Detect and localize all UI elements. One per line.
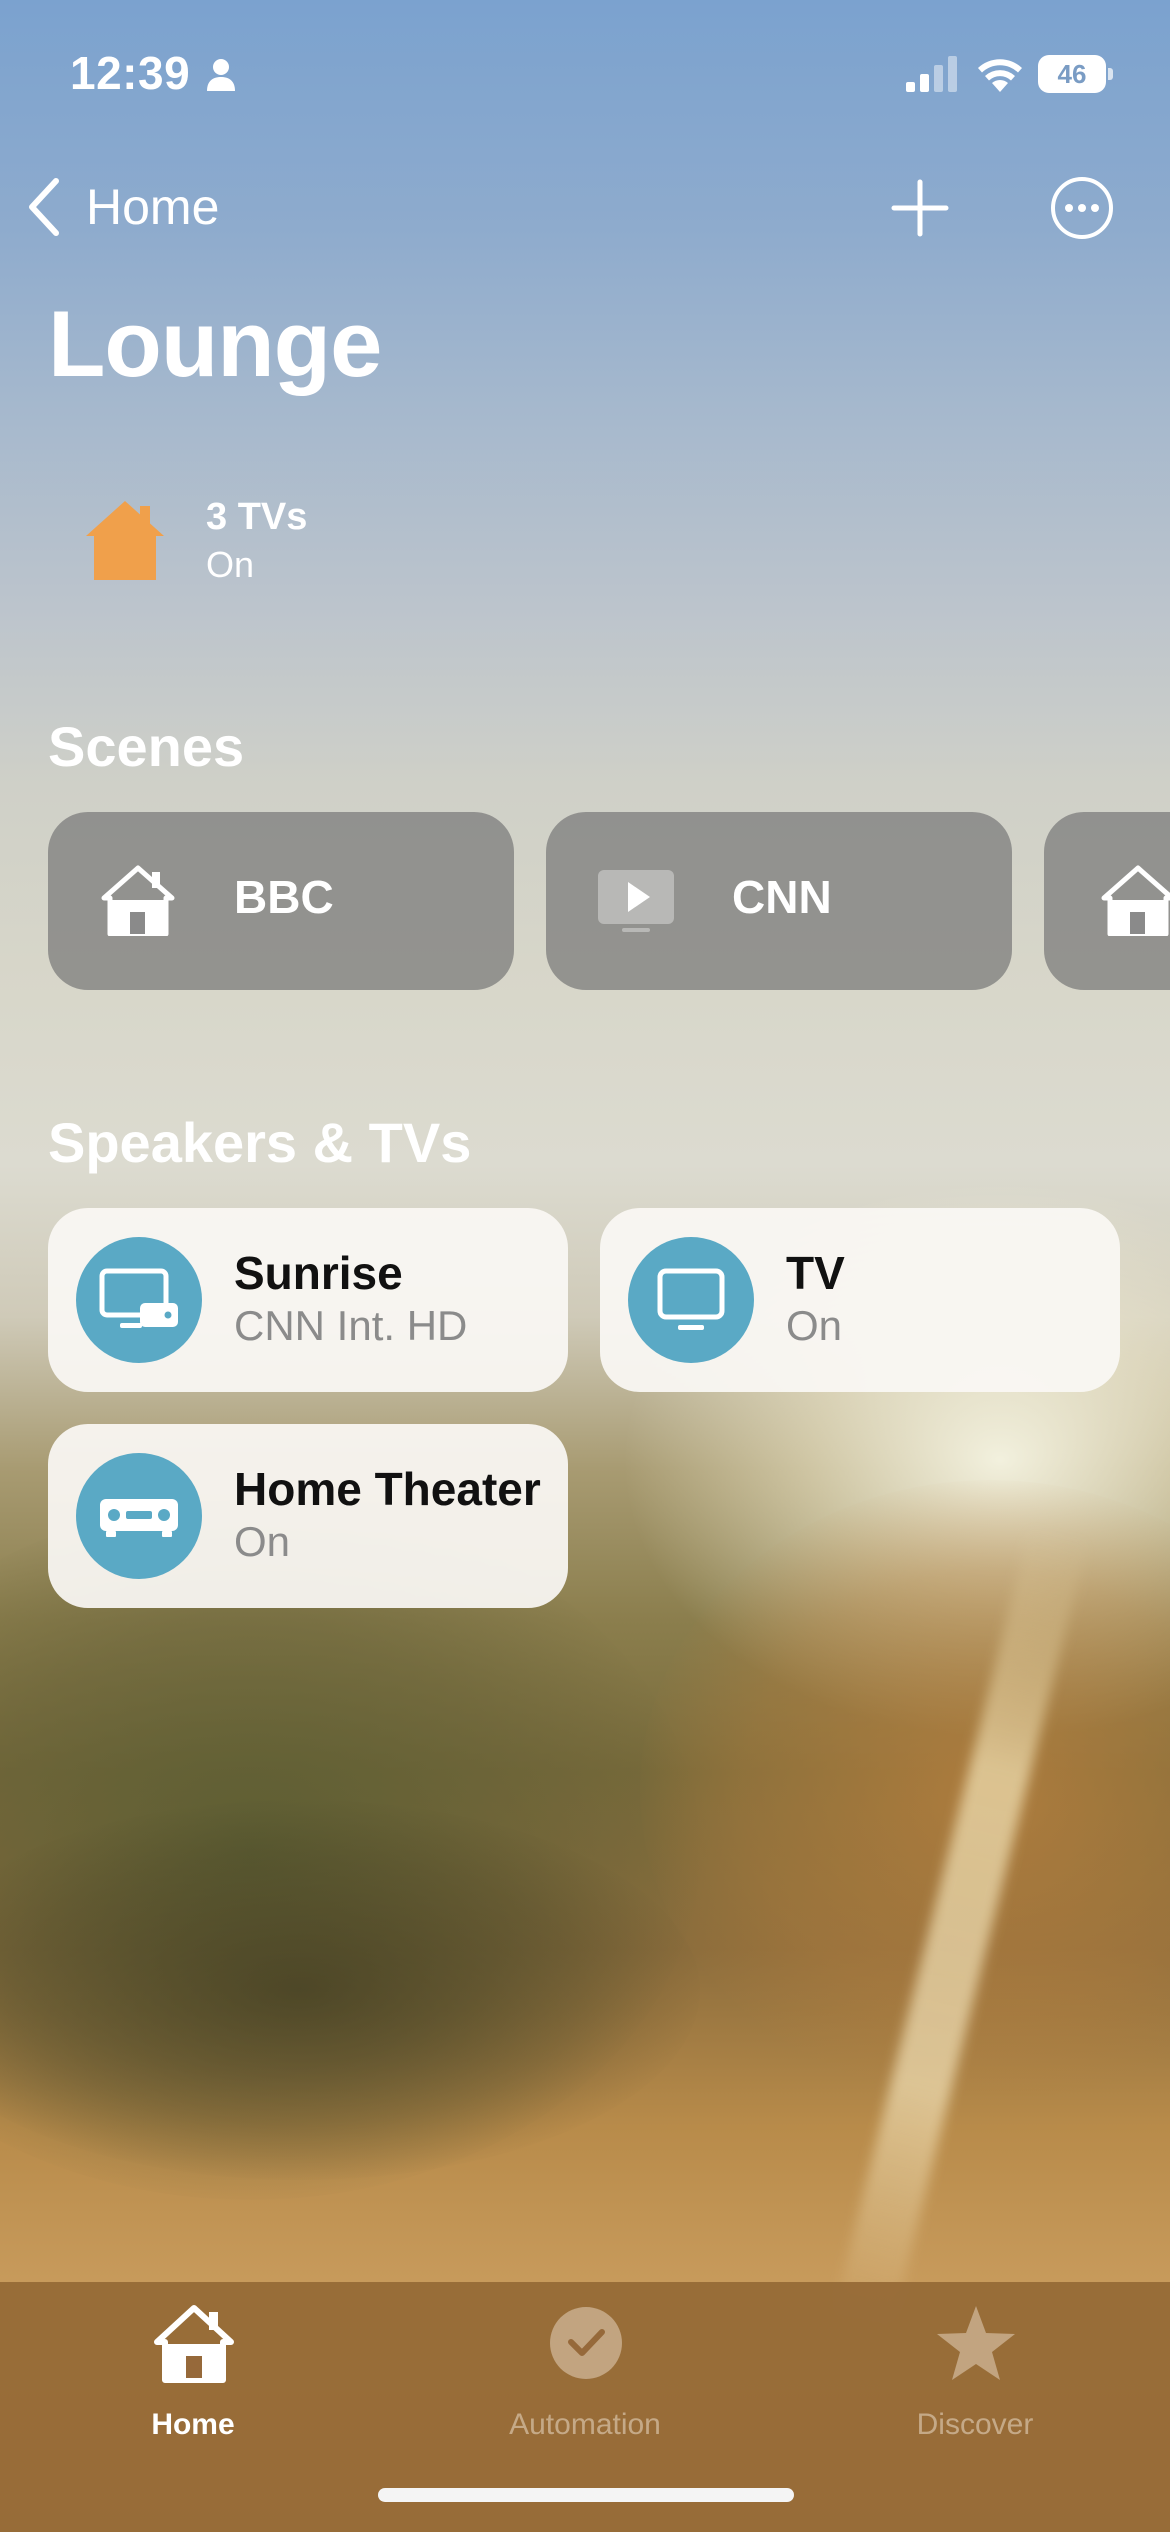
summary-status: On <box>206 544 255 585</box>
tab-label: Automation <box>509 2408 661 2441</box>
person-icon <box>207 59 235 91</box>
scene-tile-bbc[interactable]: BBC <box>48 812 514 990</box>
status-time: 12:39 <box>70 47 191 99</box>
scene-label: BBC <box>234 871 334 923</box>
battery-cap <box>1108 68 1113 80</box>
device-icon-button[interactable] <box>76 1453 202 1579</box>
device-name: TV <box>786 1247 845 1299</box>
house-icon <box>101 865 175 936</box>
device-tile-sunrise[interactable]: Sunrise CNN Int. HD <box>48 1208 568 1392</box>
tab-label: Discover <box>916 2408 1034 2441</box>
tab-automation[interactable]: Automation <box>455 2302 715 2452</box>
device-status: On <box>786 1302 843 1349</box>
clock-check-icon <box>550 2307 622 2379</box>
scene-tile-cnn[interactable]: CNN <box>546 812 1012 990</box>
more-options-button[interactable] <box>1050 176 1114 240</box>
device-icon-button[interactable] <box>628 1237 754 1363</box>
device-tile-home-theater[interactable]: Home Theater On <box>48 1424 568 1608</box>
tv-icon <box>657 1268 725 1330</box>
house-icon <box>86 501 164 580</box>
receiver-icon <box>100 1499 178 1537</box>
back-button[interactable]: Home <box>26 172 219 242</box>
tab-home[interactable]: Home <box>63 2302 323 2452</box>
scene-tile-partial[interactable] <box>1044 812 1170 990</box>
status-bar: 12:39 46 <box>0 0 1170 140</box>
device-status: CNN Int. HD <box>234 1302 468 1349</box>
house-icon <box>1101 865 1170 936</box>
device-name: Sunrise <box>234 1247 403 1299</box>
home-indicator[interactable] <box>378 2488 794 2502</box>
house-icon <box>154 2305 234 2383</box>
summary-title: 3 TVs <box>206 496 308 538</box>
scene-label: CNN <box>732 871 832 923</box>
tab-label: Home <box>151 2408 235 2441</box>
device-tile-tv[interactable]: TV On <box>600 1208 1120 1392</box>
wifi-icon <box>978 59 1022 92</box>
scenes-row: BBC CNN <box>0 812 1170 992</box>
tv-box-icon <box>99 1268 178 1328</box>
star-icon <box>937 2306 1015 2380</box>
page-title: Lounge <box>48 291 382 396</box>
chevron-left-icon <box>29 178 59 236</box>
device-name: Home Theater <box>234 1463 541 1515</box>
device-icon-button[interactable] <box>76 1237 202 1363</box>
device-status: On <box>234 1518 291 1565</box>
battery-indicator: 46 <box>1038 55 1113 93</box>
scenes-title: Scenes <box>48 715 245 778</box>
devices-title: Speakers & TVs <box>48 1111 472 1174</box>
play-icon <box>598 870 674 932</box>
tab-discover[interactable]: Discover <box>845 2302 1105 2452</box>
battery-level: 46 <box>1038 55 1106 93</box>
back-label: Home <box>86 179 220 235</box>
add-button[interactable] <box>890 178 950 238</box>
signal-icon <box>906 56 957 92</box>
